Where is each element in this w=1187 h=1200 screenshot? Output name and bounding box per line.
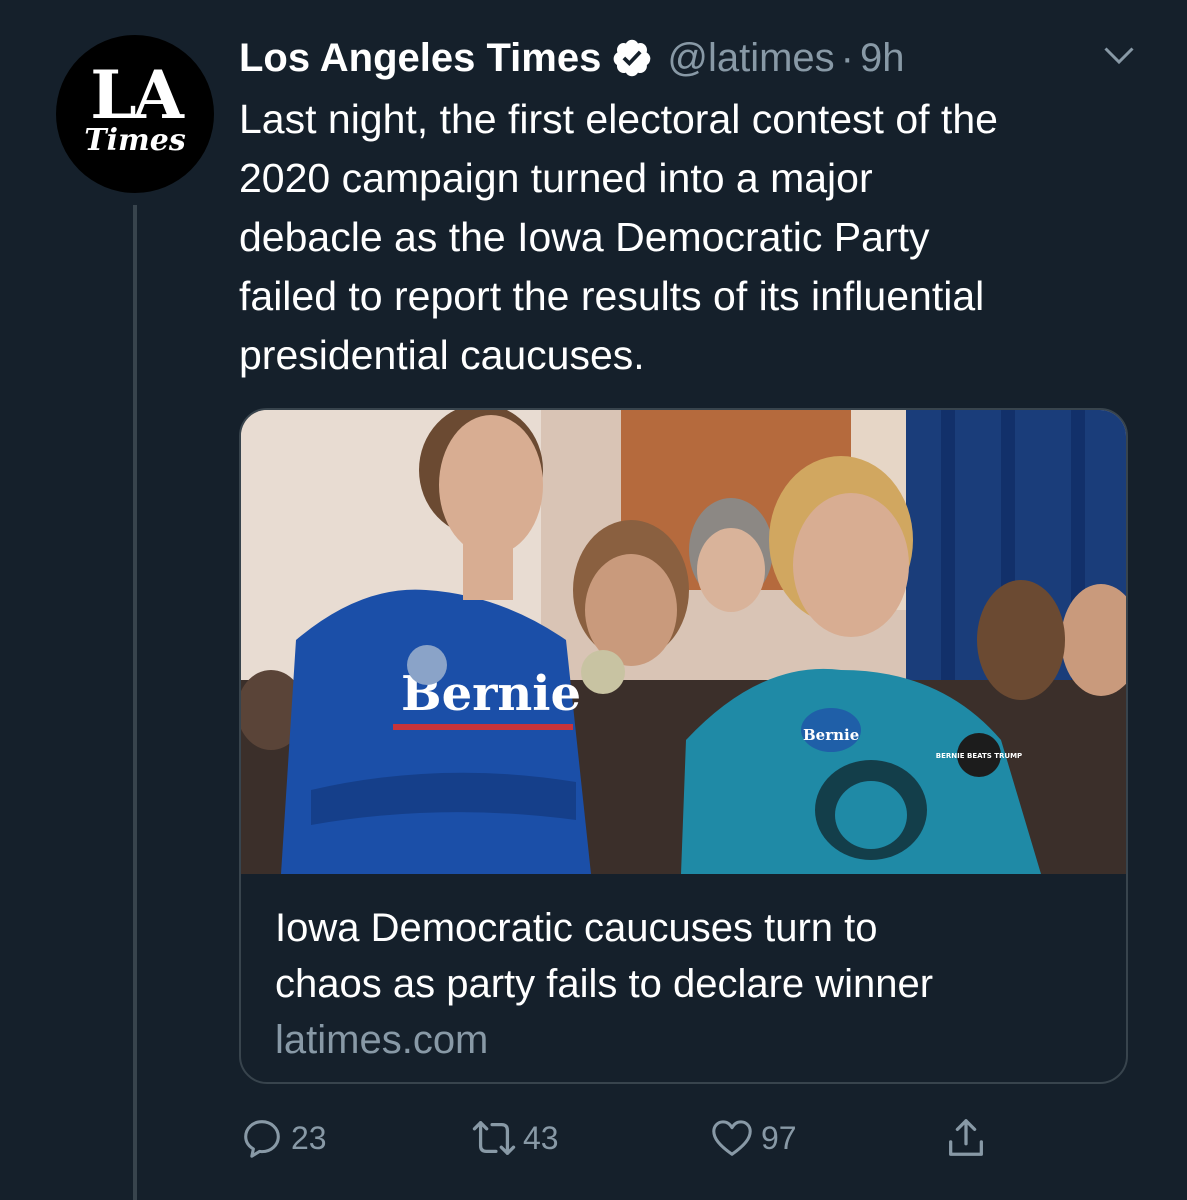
card-title[interactable]: Iowa Democratic caucuses turn to chaos a… — [275, 900, 1095, 1012]
card-domain[interactable]: latimes.com — [275, 1012, 1095, 1068]
avatar-logo-la: LA — [90, 56, 184, 134]
share-icon — [949, 1119, 983, 1156]
avatar-logo-times: Times — [84, 123, 186, 158]
link-card[interactable]: Bernie Bernie BERNIE BEATS TRUMP Iowa De… — [239, 408, 1128, 1084]
tweet[interactable]: LA Times Los Angeles Times @latimes · 9h… — [0, 0, 1187, 1200]
reply-icon — [244, 1120, 280, 1158]
retweet-button[interactable]: 43 — [471, 1108, 559, 1168]
share-button[interactable] — [943, 1108, 989, 1168]
chevron-down-icon[interactable] — [1101, 38, 1137, 74]
action-bar: 23 43 97 — [239, 1108, 1139, 1168]
verified-badge-icon — [613, 39, 651, 77]
separator-dot: · — [840, 35, 854, 80]
heart-icon — [712, 1120, 752, 1156]
like-count: 97 — [761, 1119, 797, 1156]
thread-line — [133, 205, 137, 1200]
pin-right-label: BERNIE BEATS TRUMP — [936, 752, 1022, 760]
card-body: Iowa Democratic caucuses turn to chaos a… — [275, 900, 1095, 1068]
reply-button[interactable]: 23 — [239, 1108, 327, 1168]
button-right-label: Bernie — [803, 726, 859, 744]
author-handle[interactable]: @latimes — [667, 36, 834, 81]
card-image: Bernie Bernie BERNIE BEATS TRUMP — [241, 410, 1126, 874]
tweet-header: Los Angeles Times @latimes · 9h — [239, 30, 1139, 86]
reply-count: 23 — [291, 1119, 327, 1156]
retweet-icon — [472, 1121, 516, 1155]
like-button[interactable]: 97 — [709, 1108, 797, 1168]
tweet-timestamp[interactable]: 9h — [860, 36, 905, 81]
avatar[interactable]: LA Times — [56, 35, 214, 193]
retweet-count: 43 — [523, 1119, 559, 1156]
tweet-text: Last night, the first electoral contest … — [239, 96, 998, 378]
author-name[interactable]: Los Angeles Times — [239, 36, 601, 81]
